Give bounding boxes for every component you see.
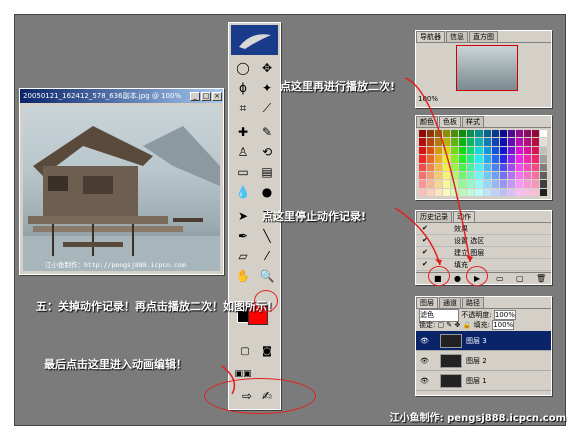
screenshot-frame: 20050121_162412_578_636副本.jpg @ 100% _ □… — [0, 0, 580, 442]
annotation-arrows — [221, 77, 473, 395]
footer-brand: 江小鱼制作: pengsj888.icpcn.com — [389, 413, 566, 424]
